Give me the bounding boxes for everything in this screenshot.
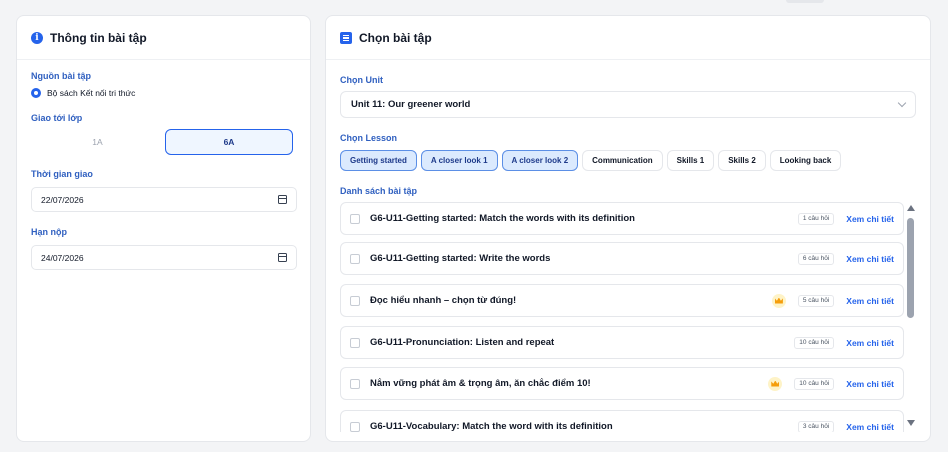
question-count-badge: 10 câu hỏi (794, 336, 835, 349)
exercise-title: Đọc hiểu nhanh – chọn từ đúng! (370, 295, 517, 306)
unit-select-value: Unit 11: Our greener world (351, 99, 471, 110)
lesson-chip-skills-1[interactable]: Skills 1 (666, 150, 715, 171)
exercise-list-label: Danh sách bài tập (340, 186, 418, 196)
choose-exercise-panel: Chọn bài tập Chọn Unit Unit 11: Our gree… (325, 15, 931, 442)
exercise-checkbox[interactable] (350, 337, 360, 348)
due-date-label: Hạn nộp (31, 227, 67, 237)
start-date-input[interactable]: 22/07/2026 (31, 187, 297, 212)
lesson-chip-getting-started[interactable]: Getting started (340, 150, 417, 171)
question-count-badge: 5 câu hỏi (797, 294, 835, 307)
info-icon: i (31, 31, 43, 44)
view-detail-link[interactable]: Xem chi tiết (846, 296, 894, 306)
source-radio-option[interactable]: Bộ sách Kết nối tri thức (31, 88, 135, 98)
question-count-badge: 3 câu hỏi (797, 420, 835, 432)
assignment-info-panel: i Thông tin bài tập Nguồn bài tập Bộ sác… (16, 15, 311, 442)
question-count-badge: 10 câu hỏi (794, 377, 835, 390)
calendar-icon[interactable] (278, 253, 287, 262)
calendar-icon[interactable] (278, 195, 287, 204)
lesson-chip-a-closer-look-1[interactable]: A closer look 1 (420, 150, 498, 171)
exercise-row[interactable]: Đọc hiểu nhanh – chọn từ đúng! 5 câu hỏi… (340, 284, 904, 317)
list-icon (340, 31, 352, 44)
view-detail-link[interactable]: Xem chi tiết (846, 379, 894, 389)
view-detail-link[interactable]: Xem chi tiết (846, 214, 894, 224)
unit-label: Chọn Unit (340, 75, 383, 85)
class-button-1a[interactable]: 1A (31, 129, 164, 155)
exercise-title: G6-U11-Getting started: Write the words (370, 253, 551, 264)
scroll-up-icon[interactable] (907, 205, 915, 211)
choose-exercise-title: Chọn bài tập (359, 30, 432, 45)
class-label: Giao tới lớp (31, 113, 83, 123)
view-detail-link[interactable]: Xem chi tiết (846, 254, 894, 264)
exercise-title: G6-U11-Getting started: Match the words … (370, 213, 635, 224)
question-count-badge: 6 câu hỏi (797, 252, 835, 265)
exercise-checkbox[interactable] (350, 378, 360, 389)
chevron-down-icon (897, 98, 907, 108)
choose-exercise-header: Chọn bài tập (326, 16, 930, 60)
question-count-badge: 1 câu hỏi (797, 212, 835, 225)
exercise-row[interactable]: G6-U11-Getting started: Write the words … (340, 242, 904, 275)
due-date-input[interactable]: 24/07/2026 (31, 245, 297, 270)
exercise-title: G6-U11-Pronunciation: Listen and repeat (370, 337, 555, 348)
exercise-row[interactable]: Nắm vững phát âm & trọng âm, ăn chắc điể… (340, 367, 904, 400)
exercise-checkbox[interactable] (350, 421, 360, 432)
due-date-value: 24/07/2026 (41, 252, 84, 263)
view-detail-link[interactable]: Xem chi tiết (846, 422, 894, 432)
scrollbar-thumb[interactable] (907, 218, 914, 318)
crown-icon (771, 293, 786, 308)
top-edge-element (786, 0, 824, 3)
exercise-checkbox[interactable] (350, 213, 360, 224)
exercise-list-scrollbar[interactable] (904, 202, 918, 432)
lesson-chip-a-closer-look-2[interactable]: A closer look 2 (501, 150, 579, 171)
lesson-chip-skills-2[interactable]: Skills 2 (718, 150, 766, 171)
exercise-checkbox[interactable] (350, 253, 360, 264)
source-option-text: Bộ sách Kết nối tri thức (47, 88, 136, 98)
radio-selected-icon[interactable] (31, 88, 41, 98)
lesson-chip-group: Getting started A closer look 1 A closer… (340, 150, 845, 171)
lesson-chip-communication[interactable]: Communication (582, 150, 663, 171)
exercise-row[interactable]: G6-U11-Getting started: Match the words … (340, 202, 904, 235)
exercise-title: G6-U11-Vocabulary: Match the word with i… (370, 421, 613, 432)
lesson-label: Chọn Lesson (340, 133, 398, 143)
view-detail-link[interactable]: Xem chi tiết (846, 338, 894, 348)
exercise-checkbox[interactable] (350, 295, 360, 306)
source-label: Nguồn bài tập (31, 71, 91, 81)
crown-icon (768, 376, 783, 391)
scroll-down-icon[interactable] (907, 420, 915, 426)
exercise-row[interactable]: G6-U11-Vocabulary: Match the word with i… (340, 410, 904, 432)
exercise-list[interactable]: G6-U11-Getting started: Match the words … (340, 202, 904, 432)
exercise-title: Nắm vững phát âm & trọng âm, ăn chắc điể… (370, 378, 591, 389)
assignment-info-title: Thông tin bài tập (50, 30, 147, 45)
exercise-row[interactable]: G6-U11-Pronunciation: Listen and repeat … (340, 326, 904, 359)
start-date-value: 22/07/2026 (41, 194, 84, 205)
start-time-label: Thời gian giao (31, 169, 93, 179)
unit-select[interactable]: Unit 11: Our greener world (340, 91, 916, 118)
lesson-chip-looking-back[interactable]: Looking back (769, 150, 842, 171)
assignment-info-header: i Thông tin bài tập (17, 16, 310, 60)
class-button-6a[interactable]: 6A (165, 129, 293, 155)
